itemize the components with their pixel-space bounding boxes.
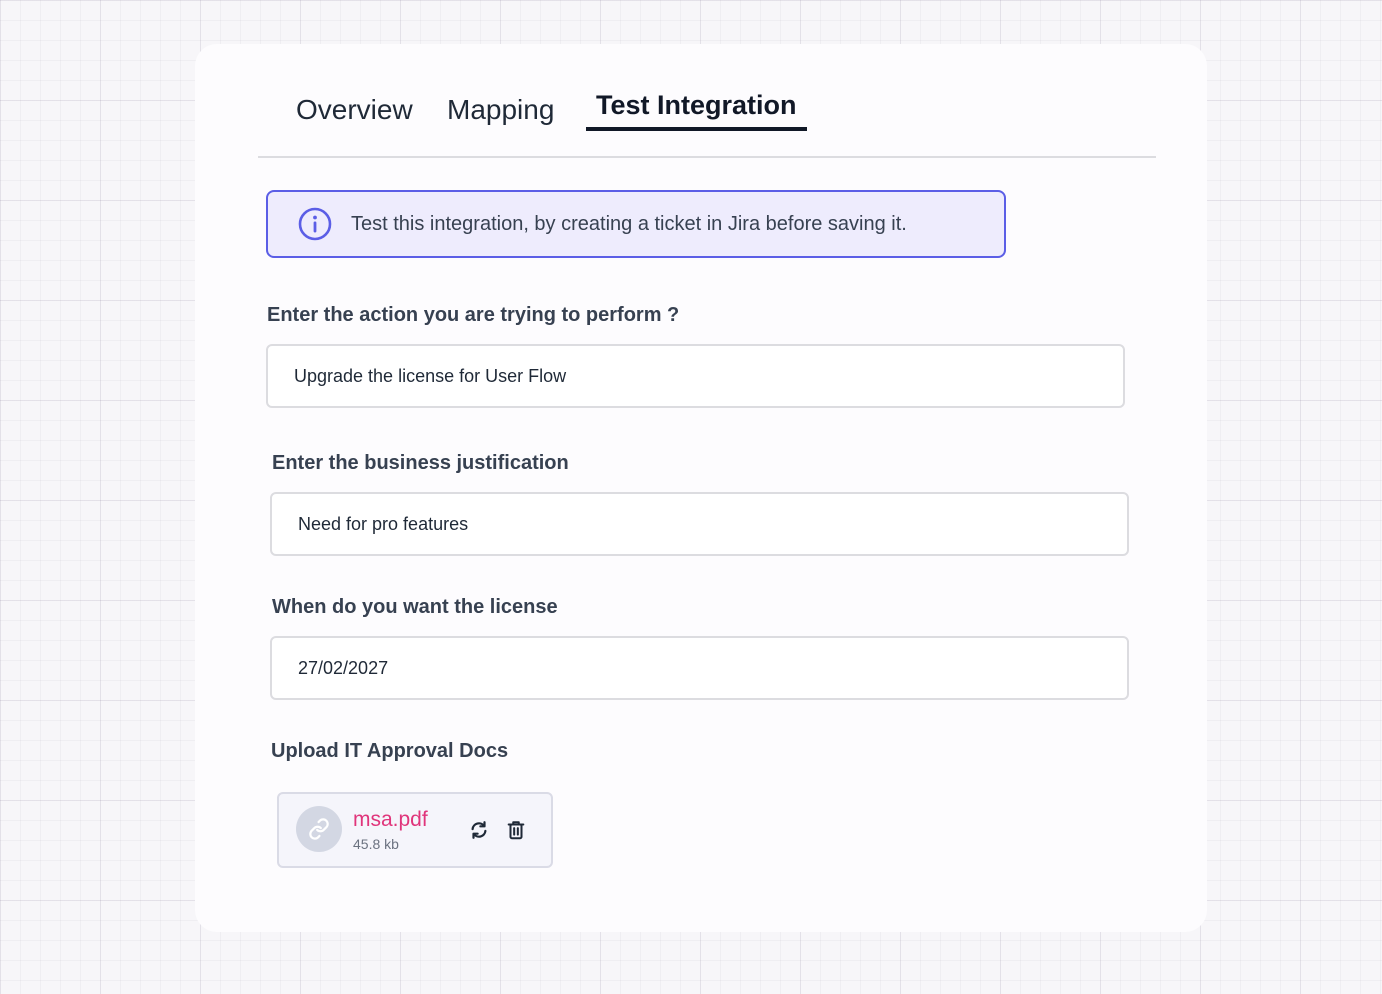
date-input[interactable] xyxy=(272,638,1098,698)
banner-message: Test this integration, by creating a tic… xyxy=(351,213,907,235)
integration-card: Overview Mapping Test Integration Test t… xyxy=(195,44,1207,932)
justification-input[interactable] xyxy=(272,494,1098,554)
justification-label: Enter the business justification xyxy=(272,452,569,474)
action-input[interactable] xyxy=(268,346,1094,406)
tab-mapping[interactable]: Mapping xyxy=(447,94,554,126)
date-label: When do you want the license xyxy=(272,596,558,618)
file-avatar xyxy=(296,806,342,852)
file-name: msa.pdf xyxy=(353,808,428,831)
refresh-icon[interactable] xyxy=(468,819,490,841)
tab-overview[interactable]: Overview xyxy=(296,94,413,126)
link-icon xyxy=(309,818,329,840)
tab-test-integration[interactable]: Test Integration xyxy=(586,90,807,131)
action-field-wrapper xyxy=(266,344,1125,408)
action-label: Enter the action you are trying to perfo… xyxy=(267,304,680,326)
info-icon xyxy=(298,207,332,241)
upload-label: Upload IT Approval Docs xyxy=(271,740,509,762)
trash-icon[interactable] xyxy=(505,819,527,841)
date-field-wrapper xyxy=(270,636,1129,700)
uploaded-file-card: msa.pdf 45.8 kb xyxy=(277,792,553,868)
tab-bar: Overview Mapping Test Integration xyxy=(258,84,1156,158)
info-banner: Test this integration, by creating a tic… xyxy=(266,190,1006,258)
file-size: 45.8 kb xyxy=(353,836,399,852)
justification-field-wrapper xyxy=(270,492,1129,556)
